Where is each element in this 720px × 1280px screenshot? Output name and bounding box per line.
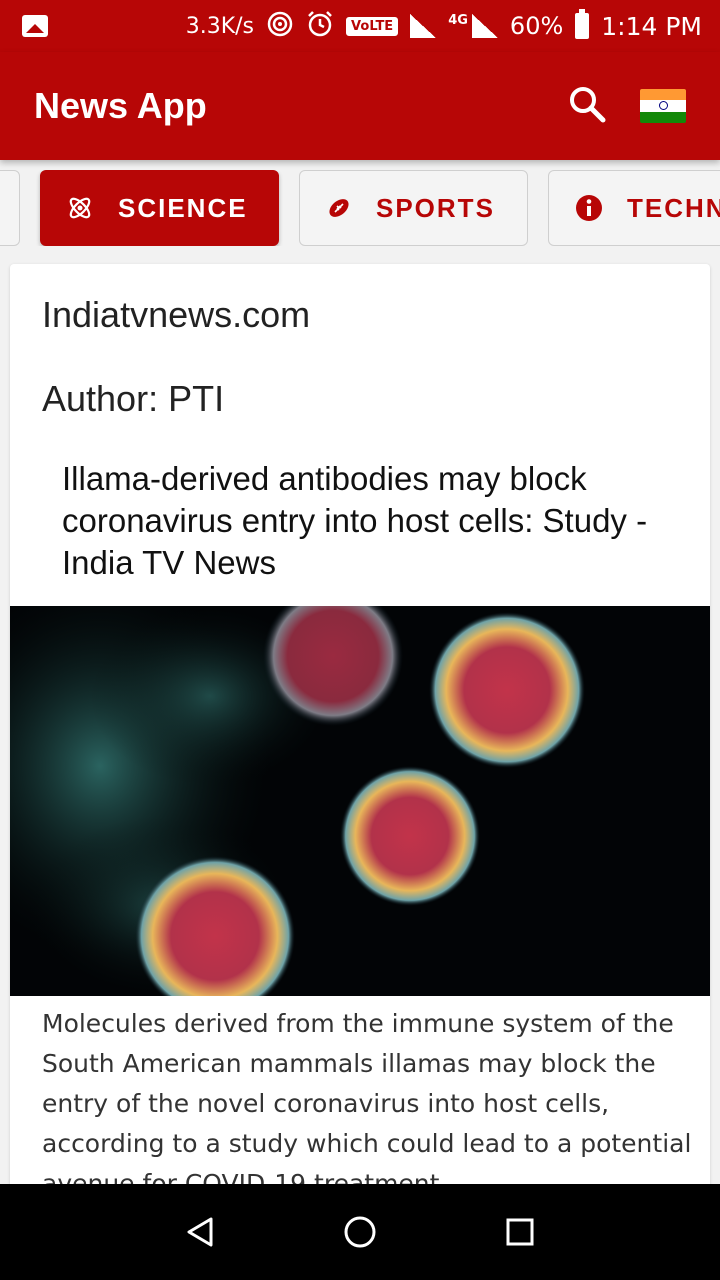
tab-label: SCIENCE — [118, 192, 248, 223]
app-bar: News App — [0, 52, 720, 160]
signal-4g-icon — [471, 14, 498, 38]
football-icon — [326, 195, 352, 221]
volte-badge: VoLTE — [346, 16, 399, 36]
article-headline[interactable]: Illama-derived antibodies may block coro… — [62, 458, 682, 584]
atom-icon — [66, 194, 94, 222]
info-icon — [575, 194, 603, 222]
home-icon[interactable] — [330, 1202, 390, 1262]
status-bar: 3.3K/s VoLTE 4G 60% 1:14 PM — [0, 0, 720, 52]
network-type: 4G — [448, 12, 468, 28]
hotspot-icon — [266, 10, 294, 42]
category-tabs: SCIENCE SPORTS TECHN — [0, 170, 720, 246]
app-title: News App — [34, 85, 207, 126]
recents-icon[interactable] — [490, 1202, 550, 1262]
article-source: Indiatvnews.com — [42, 294, 311, 335]
battery-percent: 60% — [509, 12, 564, 40]
tab-sports[interactable]: SPORTS — [299, 170, 528, 246]
back-icon[interactable] — [170, 1202, 230, 1262]
article-image[interactable] — [10, 606, 710, 996]
tab-technology[interactable]: TECHN — [548, 170, 720, 246]
tab-label: SPORTS — [376, 192, 495, 223]
search-icon[interactable] — [568, 85, 606, 127]
tab-science[interactable]: SCIENCE — [40, 170, 279, 246]
india-flag-icon[interactable] — [640, 89, 686, 123]
signal-icon — [410, 14, 437, 38]
alarm-icon — [306, 10, 334, 42]
article-author: Author: PTI — [42, 378, 225, 419]
clock: 1:14 PM — [601, 11, 702, 41]
gallery-notification-icon — [22, 15, 48, 37]
article-card[interactable]: Indiatvnews.com Author: PTI Illama-deriv… — [10, 264, 710, 1204]
tab-label: TECHN — [627, 192, 720, 223]
article-description: Molecules derived from the immune system… — [42, 1009, 692, 1198]
network-speed: 3.3K/s — [185, 13, 255, 39]
system-nav-bar — [0, 1184, 720, 1280]
battery-icon — [575, 9, 590, 39]
tab-previous[interactable] — [0, 170, 20, 246]
